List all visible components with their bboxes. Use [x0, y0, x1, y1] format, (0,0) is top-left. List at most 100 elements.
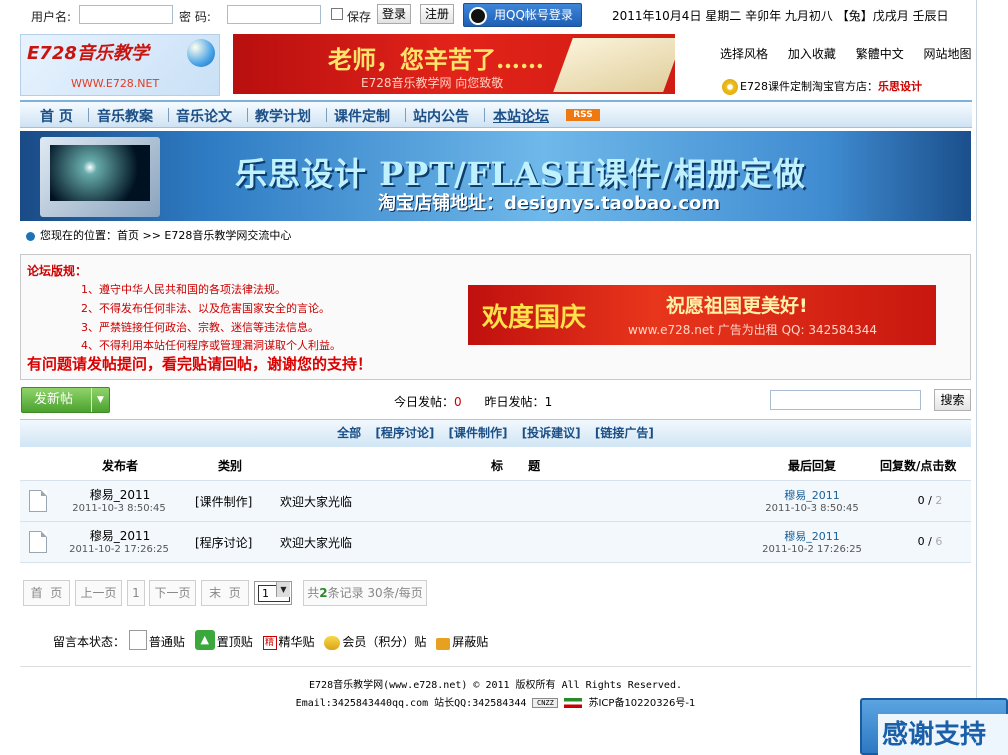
- page-next-button[interactable]: 下一页: [149, 580, 196, 606]
- password-input[interactable]: [227, 5, 321, 24]
- footer-contact: Email:3425843440qq.com 站长QQ:342584344: [295, 698, 527, 709]
- username-label: 用户名:: [31, 10, 72, 24]
- row-stats: 0 / 6: [917, 535, 943, 548]
- qq-login-button[interactable]: 用QQ帐号登录: [463, 3, 582, 27]
- link-add-favorite[interactable]: 加入收藏: [788, 47, 836, 61]
- cnzz-icon[interactable]: CNZZ: [532, 698, 559, 708]
- legend-label: 留言本状态：: [53, 635, 126, 649]
- row-title[interactable]: 欢迎大家光临: [280, 534, 352, 551]
- nav-music-papers[interactable]: 音乐论文: [176, 106, 232, 126]
- search-button[interactable]: 搜索: [934, 389, 971, 411]
- main-nav: 首 页 音乐教案 音乐论文 教学计划 课件定制 站内公告 本站论坛 RSS: [20, 100, 972, 128]
- total-prefix: 共: [307, 586, 320, 600]
- footer-icp[interactable]: 苏ICP备10220326号-1: [588, 698, 695, 709]
- rss-badge[interactable]: RSS: [566, 109, 600, 121]
- pinned-arrow-icon: ▲: [194, 630, 215, 650]
- design-banner[interactable]: 乐思设计 PPT/FLASH课件/相册定做 淘宝店铺地址：designys.ta…: [20, 131, 971, 221]
- thanks-float-panel[interactable]: 感谢支持: [860, 698, 1008, 755]
- row-author[interactable]: 穆易_2011: [20, 486, 220, 503]
- rules-notice: 有问题请发帖提问，看完贴请回帖，谢谢您的支持！: [27, 355, 373, 373]
- row-time: 2011-10-2 17:26:25: [69, 544, 169, 555]
- national-day-ad[interactable]: 欢度国庆 祝愿祖国更美好! www.e728.net 广告为出租 QQ: 342…: [468, 285, 936, 345]
- filter-programming[interactable]: [程序讨论]: [375, 426, 434, 440]
- row-clicks: 6: [935, 535, 943, 548]
- row-clicks: 2: [935, 494, 943, 507]
- row-last-time: 2011-10-2 17:26:25: [762, 544, 862, 555]
- today-label: 今日发帖：: [394, 395, 455, 409]
- filter-link-ads[interactable]: [链接广告]: [595, 426, 654, 440]
- row-last-author[interactable]: 穆易_2011: [720, 528, 904, 544]
- nav-forum[interactable]: 本站论坛: [493, 106, 549, 126]
- link-sitemap[interactable]: 网站地图: [924, 47, 972, 61]
- login-bar: 用户名: 密 码: 保存 登录 注册 用QQ帐号登录 2011年10月4日 星期…: [0, 0, 976, 30]
- row-stats: 0 / 2: [917, 494, 943, 507]
- username-input[interactable]: [79, 5, 173, 24]
- page-prev-button[interactable]: 上一页: [75, 580, 122, 606]
- post-status-legend: 留言本状态： 普通贴 ▲ 置顶贴 精精华贴 会员（积分）贴 屏蔽贴: [53, 630, 488, 650]
- header-last-reply: 最后回复: [788, 459, 837, 473]
- site-logo[interactable]: E728音乐教学 WWW.E728.NET: [20, 34, 220, 96]
- monitor-image: [40, 137, 160, 217]
- remember-label: 保存: [347, 10, 372, 24]
- nav-separator: [88, 108, 89, 122]
- filter-courseware[interactable]: [课件制作]: [449, 426, 508, 440]
- row-replies: 0: [917, 494, 925, 507]
- remember-checkbox[interactable]: [331, 8, 343, 20]
- nav-announcements[interactable]: 站内公告: [413, 106, 469, 126]
- rules-title: 论坛版规：: [27, 264, 88, 278]
- header-category: 类别: [218, 459, 243, 473]
- link-choose-style[interactable]: 选择风格: [720, 47, 768, 61]
- legend-member: 会员（积分）贴: [342, 635, 427, 649]
- book-image: [553, 38, 675, 92]
- link-traditional-chinese[interactable]: 繁體中文: [856, 47, 904, 61]
- member-icon: [324, 636, 341, 650]
- row-author[interactable]: 穆易_2011: [20, 527, 220, 544]
- table-row[interactable]: 穆易_2011 2011-10-2 17:26:25 [程序讨论] 欢迎大家光临…: [20, 522, 971, 563]
- qq-login-label: 用QQ帐号登录: [494, 8, 573, 22]
- stats-flag-icon[interactable]: [564, 698, 583, 708]
- total-suffix: 条记录 30条/每页: [327, 586, 423, 600]
- row-title[interactable]: 欢迎大家光临: [280, 493, 352, 510]
- search-input[interactable]: [770, 390, 921, 410]
- chevron-down-icon[interactable]: ▼: [91, 388, 109, 412]
- yesterday-label: 昨日发帖：: [484, 395, 545, 409]
- featured-icon: 精: [262, 636, 277, 650]
- nav-music-lessons[interactable]: 音乐教案: [97, 106, 153, 126]
- row-last-author[interactable]: 穆易_2011: [720, 487, 904, 503]
- nav-teaching-plans[interactable]: 教学计划: [255, 106, 311, 126]
- table-row[interactable]: 穆易_2011 2011-10-3 8:50:45 [课件制作] 欢迎大家光临 …: [20, 481, 971, 522]
- rule-item: 1、遵守中华人民共和国的各项法律法规。: [81, 283, 286, 296]
- rule-item: 2、不得发布任何非法、以及危害国家安全的言论。: [81, 302, 330, 315]
- login-button[interactable]: 登录: [377, 4, 412, 24]
- page-select[interactable]: 1 ▼: [254, 581, 292, 605]
- teacher-banner[interactable]: 老师，您辛苦了…… E728音乐教学网 向您致敬: [233, 34, 675, 94]
- row-replies: 0: [917, 535, 925, 548]
- row-category[interactable]: [课件制作]: [195, 493, 252, 510]
- nav-separator: [168, 108, 169, 122]
- register-button[interactable]: 注册: [420, 4, 455, 24]
- nav-home[interactable]: 首 页: [40, 106, 73, 126]
- header-stats: 回复数/点击数: [880, 459, 957, 473]
- ad-sub-text: www.e728.net 广告为出租 QQ: 342584344: [628, 323, 878, 337]
- thanks-text: 感谢支持: [878, 714, 1008, 755]
- qq-penguin-icon: [469, 7, 487, 25]
- taobao-link[interactable]: E728课件定制淘宝官方店：乐思设计: [722, 78, 922, 95]
- legend-blocked: 屏蔽贴: [452, 635, 489, 649]
- window-scrollbar[interactable]: [976, 0, 1008, 755]
- design-banner-sub: 淘宝店铺地址：designys.taobao.com: [378, 193, 721, 214]
- filter-complaints[interactable]: [投诉建议]: [522, 426, 581, 440]
- site-footer: E728音乐教学网(www.e728.net) © 2011 版权所有 All …: [20, 666, 971, 713]
- filter-all[interactable]: 全部: [337, 426, 361, 440]
- page-last-button[interactable]: 末 页: [201, 580, 249, 606]
- today-count: 0: [454, 395, 462, 409]
- nav-custom-courseware[interactable]: 课件定制: [334, 106, 390, 126]
- taobao-prefix: E728课件定制淘宝官方店：: [740, 80, 878, 93]
- breadcrumb-bullet-icon: [26, 231, 35, 241]
- row-time: 2011-10-3 8:50:45: [72, 503, 166, 514]
- ad-right-text: 祝愿祖国更美好!: [666, 295, 808, 317]
- page-current: 1: [127, 580, 145, 606]
- rule-item: 3、严禁链接任何政治、宗教、迷信等违法信息。: [81, 321, 319, 334]
- new-post-button[interactable]: 发新帖 ▼: [21, 387, 110, 413]
- row-category[interactable]: [程序讨论]: [195, 534, 252, 551]
- page-first-button[interactable]: 首 页: [23, 580, 70, 606]
